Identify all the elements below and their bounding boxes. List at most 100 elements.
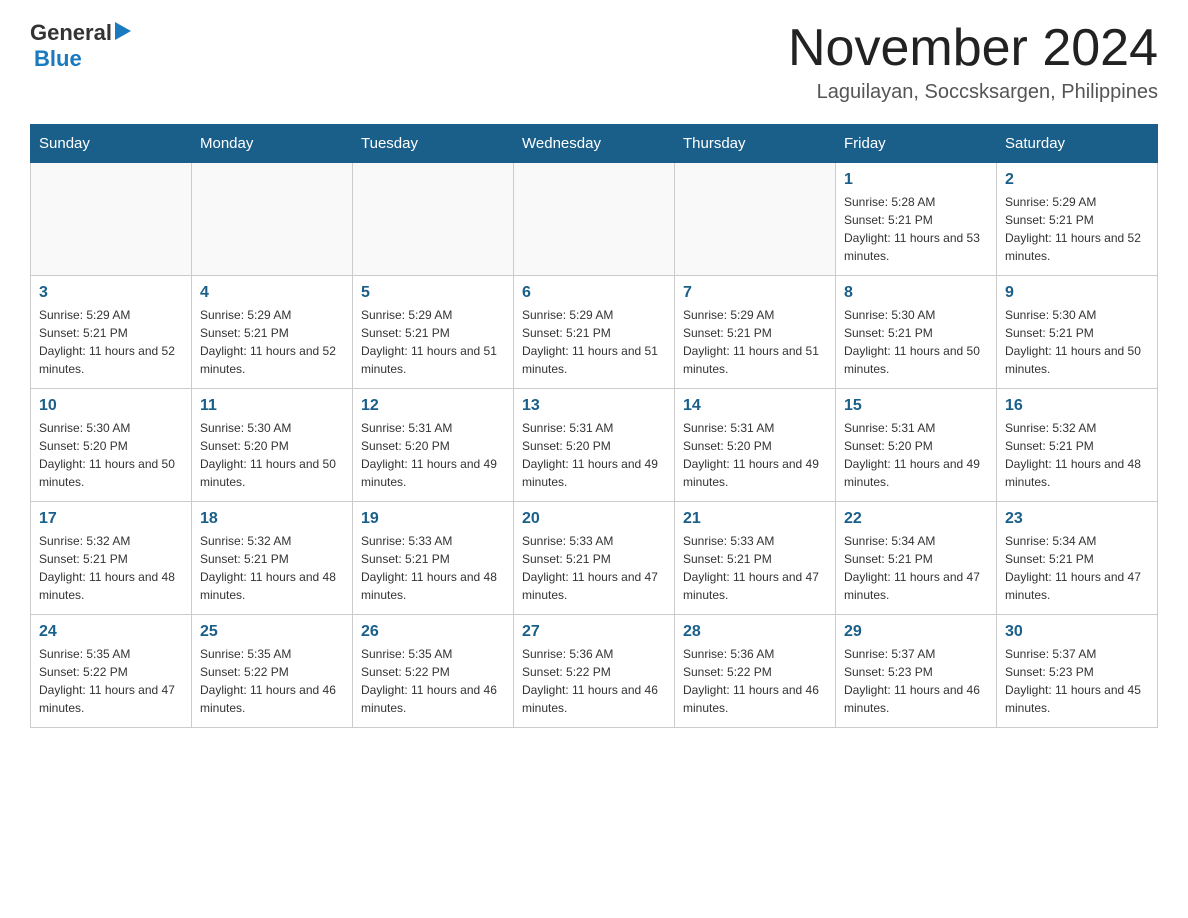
- day-sun-info: Sunrise: 5:32 AM Sunset: 5:21 PM Dayligh…: [200, 532, 344, 604]
- logo: General Blue: [30, 20, 131, 72]
- calendar-day-cell: 8Sunrise: 5:30 AM Sunset: 5:21 PM Daylig…: [836, 276, 997, 389]
- calendar-week-row: 1Sunrise: 5:28 AM Sunset: 5:21 PM Daylig…: [31, 163, 1158, 276]
- calendar-day-cell: 1Sunrise: 5:28 AM Sunset: 5:21 PM Daylig…: [836, 163, 997, 276]
- calendar-day-cell: [31, 163, 192, 276]
- calendar-day-cell: 6Sunrise: 5:29 AM Sunset: 5:21 PM Daylig…: [514, 276, 675, 389]
- day-sun-info: Sunrise: 5:29 AM Sunset: 5:21 PM Dayligh…: [1005, 193, 1149, 265]
- day-number: 13: [522, 397, 666, 415]
- day-sun-info: Sunrise: 5:33 AM Sunset: 5:21 PM Dayligh…: [683, 532, 827, 604]
- day-number: 21: [683, 510, 827, 528]
- calendar-day-cell: 21 Sunrise: 5:33 AM Sunset: 5:21 PM Dayli…: [675, 502, 836, 615]
- day-sun-info: Sunrise: 5:36 AM Sunset: 5:22 PM Dayligh…: [683, 645, 827, 717]
- calendar-day-cell: 15 Sunrise: 5:31 AM Sunset: 5:20 PM Dayli…: [836, 389, 997, 502]
- day-sun-info: Sunrise: 5:33 AM Sunset: 5:21 PM Dayligh…: [522, 532, 666, 604]
- day-of-week-header: Friday: [836, 125, 997, 163]
- calendar-day-cell: [514, 163, 675, 276]
- day-number: 10: [39, 397, 183, 415]
- day-sun-info: Sunrise: 5:31 AM Sunset: 5:20 PM Dayligh…: [844, 419, 988, 491]
- calendar-day-cell: 2 Sunrise: 5:29 AM Sunset: 5:21 PM Daylig…: [997, 163, 1158, 276]
- day-number: 5: [361, 284, 505, 302]
- calendar-day-cell: 26 Sunrise: 5:35 AM Sunset: 5:22 PM Dayli…: [353, 615, 514, 728]
- day-number: 18: [200, 510, 344, 528]
- logo-triangle-icon: [115, 22, 131, 45]
- day-sun-info: Sunrise: 5:37 AM Sunset: 5:23 PM Dayligh…: [1005, 645, 1149, 717]
- logo-general-text: General: [30, 20, 112, 46]
- day-sun-info: Sunrise: 5:30 AM Sunset: 5:21 PM Dayligh…: [1005, 306, 1149, 378]
- day-number: 4: [200, 284, 344, 302]
- day-of-week-header: Wednesday: [514, 125, 675, 163]
- day-sun-info: Sunrise: 5:30 AM Sunset: 5:20 PM Dayligh…: [200, 419, 344, 491]
- day-number: 27: [522, 623, 666, 641]
- day-number: 1: [844, 171, 988, 189]
- calendar-week-row: 24 Sunrise: 5:35 AM Sunset: 5:22 PM Dayli…: [31, 615, 1158, 728]
- calendar-day-cell: 18 Sunrise: 5:32 AM Sunset: 5:21 PM Dayli…: [192, 502, 353, 615]
- calendar-day-cell: 20Sunrise: 5:33 AM Sunset: 5:21 PM Dayli…: [514, 502, 675, 615]
- logo-blue-text: Blue: [34, 46, 82, 71]
- calendar-body: 1Sunrise: 5:28 AM Sunset: 5:21 PM Daylig…: [31, 163, 1158, 728]
- day-number: 2: [1005, 171, 1149, 189]
- day-sun-info: Sunrise: 5:30 AM Sunset: 5:20 PM Dayligh…: [39, 419, 183, 491]
- day-sun-info: Sunrise: 5:34 AM Sunset: 5:21 PM Dayligh…: [1005, 532, 1149, 604]
- day-number: 22: [844, 510, 988, 528]
- calendar-day-cell: [192, 163, 353, 276]
- calendar-day-cell: 19 Sunrise: 5:33 AM Sunset: 5:21 PM Dayli…: [353, 502, 514, 615]
- day-sun-info: Sunrise: 5:32 AM Sunset: 5:21 PM Dayligh…: [1005, 419, 1149, 491]
- day-sun-info: Sunrise: 5:37 AM Sunset: 5:23 PM Dayligh…: [844, 645, 988, 717]
- day-number: 12: [361, 397, 505, 415]
- day-number: 7: [683, 284, 827, 302]
- day-sun-info: Sunrise: 5:29 AM Sunset: 5:21 PM Dayligh…: [200, 306, 344, 378]
- calendar-header: SundayMondayTuesdayWednesdayThursdayFrid…: [31, 125, 1158, 163]
- day-sun-info: Sunrise: 5:29 AM Sunset: 5:21 PM Dayligh…: [683, 306, 827, 378]
- day-sun-info: Sunrise: 5:35 AM Sunset: 5:22 PM Dayligh…: [200, 645, 344, 717]
- calendar-day-cell: 30Sunrise: 5:37 AM Sunset: 5:23 PM Dayli…: [997, 615, 1158, 728]
- day-of-week-header: Saturday: [997, 125, 1158, 163]
- calendar-day-cell: 13 Sunrise: 5:31 AM Sunset: 5:20 PM Dayli…: [514, 389, 675, 502]
- calendar-day-cell: 9 Sunrise: 5:30 AM Sunset: 5:21 PM Daylig…: [997, 276, 1158, 389]
- day-sun-info: Sunrise: 5:32 AM Sunset: 5:21 PM Dayligh…: [39, 532, 183, 604]
- day-sun-info: Sunrise: 5:31 AM Sunset: 5:20 PM Dayligh…: [522, 419, 666, 491]
- location-subtitle: Laguilayan, Soccsksargen, Philippines: [788, 81, 1158, 104]
- day-sun-info: Sunrise: 5:36 AM Sunset: 5:22 PM Dayligh…: [522, 645, 666, 717]
- day-number: 23: [1005, 510, 1149, 528]
- day-number: 9: [1005, 284, 1149, 302]
- day-number: 3: [39, 284, 183, 302]
- calendar-day-cell: 12 Sunrise: 5:31 AM Sunset: 5:20 PM Dayli…: [353, 389, 514, 502]
- day-sun-info: Sunrise: 5:33 AM Sunset: 5:21 PM Dayligh…: [361, 532, 505, 604]
- calendar-day-cell: 14Sunrise: 5:31 AM Sunset: 5:20 PM Dayli…: [675, 389, 836, 502]
- day-of-week-header: Monday: [192, 125, 353, 163]
- day-number: 16: [1005, 397, 1149, 415]
- calendar-day-cell: 17 Sunrise: 5:32 AM Sunset: 5:21 PM Dayli…: [31, 502, 192, 615]
- title-area: November 2024 Laguilayan, Soccsksargen, …: [788, 20, 1158, 104]
- day-number: 24: [39, 623, 183, 641]
- calendar-day-cell: 16 Sunrise: 5:32 AM Sunset: 5:21 PM Dayli…: [997, 389, 1158, 502]
- day-number: 28: [683, 623, 827, 641]
- day-number: 6: [522, 284, 666, 302]
- day-sun-info: Sunrise: 5:34 AM Sunset: 5:21 PM Dayligh…: [844, 532, 988, 604]
- page-header: General Blue November 2024 Laguilayan, S…: [30, 20, 1158, 104]
- day-number: 25: [200, 623, 344, 641]
- calendar-day-cell: 4 Sunrise: 5:29 AM Sunset: 5:21 PM Daylig…: [192, 276, 353, 389]
- calendar-day-cell: 3 Sunrise: 5:29 AM Sunset: 5:21 PM Daylig…: [31, 276, 192, 389]
- day-sun-info: Sunrise: 5:29 AM Sunset: 5:21 PM Dayligh…: [39, 306, 183, 378]
- calendar-day-cell: [675, 163, 836, 276]
- day-number: 19: [361, 510, 505, 528]
- day-sun-info: Sunrise: 5:31 AM Sunset: 5:20 PM Dayligh…: [361, 419, 505, 491]
- day-number: 29: [844, 623, 988, 641]
- day-number: 26: [361, 623, 505, 641]
- day-sun-info: Sunrise: 5:35 AM Sunset: 5:22 PM Dayligh…: [361, 645, 505, 717]
- day-of-week-header: Sunday: [31, 125, 192, 163]
- calendar-day-cell: 7 Sunrise: 5:29 AM Sunset: 5:21 PM Daylig…: [675, 276, 836, 389]
- calendar-day-cell: 29 Sunrise: 5:37 AM Sunset: 5:23 PM Dayli…: [836, 615, 997, 728]
- calendar-day-cell: 27 Sunrise: 5:36 AM Sunset: 5:22 PM Dayli…: [514, 615, 675, 728]
- calendar-day-cell: 5 Sunrise: 5:29 AM Sunset: 5:21 PM Daylig…: [353, 276, 514, 389]
- calendar-day-cell: 10 Sunrise: 5:30 AM Sunset: 5:20 PM Dayli…: [31, 389, 192, 502]
- calendar-week-row: 17 Sunrise: 5:32 AM Sunset: 5:21 PM Dayli…: [31, 502, 1158, 615]
- calendar-day-cell: 24 Sunrise: 5:35 AM Sunset: 5:22 PM Dayli…: [31, 615, 192, 728]
- day-number: 8: [844, 284, 988, 302]
- day-number: 15: [844, 397, 988, 415]
- day-sun-info: Sunrise: 5:29 AM Sunset: 5:21 PM Dayligh…: [361, 306, 505, 378]
- calendar-day-cell: 28 Sunrise: 5:36 AM Sunset: 5:22 PM Dayli…: [675, 615, 836, 728]
- calendar-table: SundayMondayTuesdayWednesdayThursdayFrid…: [30, 124, 1158, 728]
- day-number: 17: [39, 510, 183, 528]
- day-sun-info: Sunrise: 5:35 AM Sunset: 5:22 PM Dayligh…: [39, 645, 183, 717]
